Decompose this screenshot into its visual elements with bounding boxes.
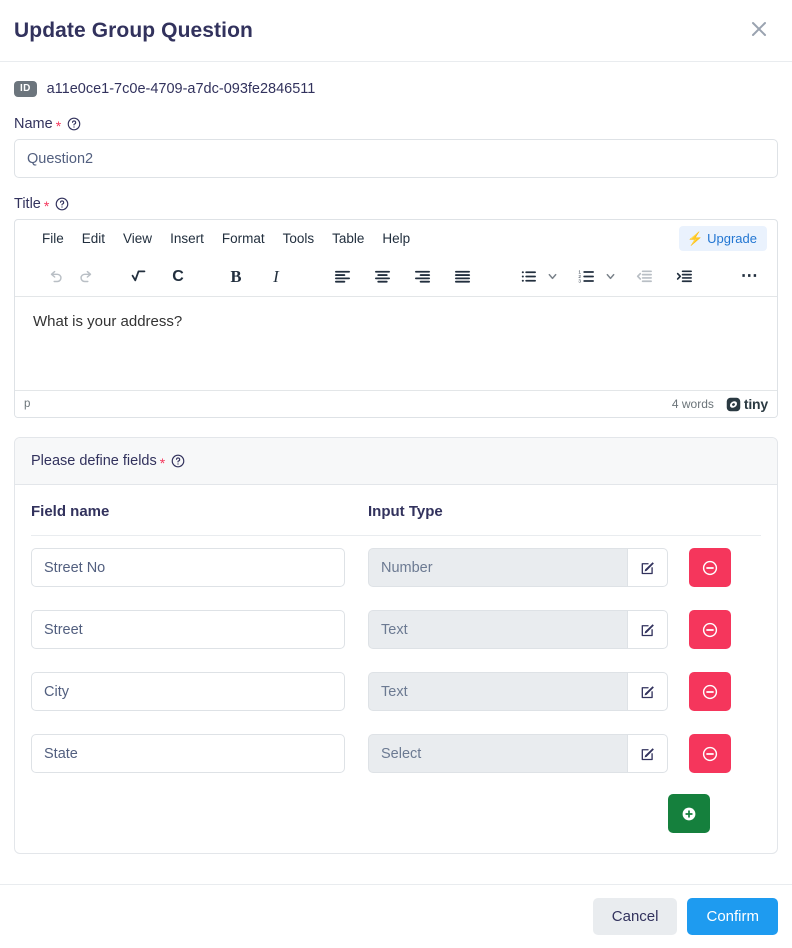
name-required-mark: *	[55, 118, 62, 134]
define-fields-card: Please define fields * Field name Input …	[14, 437, 778, 854]
outdent-icon[interactable]	[629, 263, 659, 291]
update-group-question-dialog: Update Group Question ID a11e0ce1-7c0e-4…	[0, 0, 792, 948]
fields-table-header: Field name Input Type	[31, 499, 761, 536]
upgrade-button[interactable]: ⚡ Upgrade	[678, 226, 767, 251]
column-header-field-name: Field name	[31, 503, 110, 520]
name-label-text: Name	[14, 116, 53, 132]
numbered-list-icon[interactable]: 1 2 3	[571, 263, 601, 291]
field-name-input[interactable]	[31, 734, 345, 773]
menu-file[interactable]: File	[33, 227, 73, 250]
table-row: Select	[31, 722, 761, 784]
menu-view[interactable]: View	[114, 227, 161, 250]
input-type-value: Text	[368, 610, 627, 649]
editor-statusbar: p 4 words tiny	[15, 390, 777, 417]
input-type-group: Text	[368, 610, 668, 649]
help-circle-icon[interactable]	[67, 117, 81, 131]
name-label: Name *	[14, 116, 778, 134]
upgrade-label: Upgrade	[707, 231, 757, 246]
add-field-button[interactable]	[668, 794, 710, 833]
redo-icon[interactable]	[71, 263, 101, 291]
confirm-button[interactable]: Confirm	[687, 898, 778, 935]
minus-circle-icon	[702, 622, 718, 637]
editor-content-area[interactable]: What is your address?	[15, 297, 777, 390]
input-type-value: Number	[368, 548, 627, 587]
table-row: Text	[31, 660, 761, 722]
menu-insert[interactable]: Insert	[161, 227, 213, 250]
edit-icon[interactable]	[627, 734, 668, 773]
dialog-footer: Cancel Confirm	[0, 884, 792, 948]
remove-field-button[interactable]	[689, 610, 731, 649]
fields-required-mark: *	[159, 455, 166, 471]
math-icon[interactable]	[123, 263, 153, 291]
plus-circle-icon	[682, 807, 696, 820]
lightning-bolt-icon: ⚡	[686, 231, 704, 246]
edit-icon[interactable]	[627, 672, 668, 711]
id-badge: ID	[14, 81, 37, 97]
field-name-input[interactable]	[31, 548, 345, 587]
record-id-value: a11e0ce1-7c0e-4709-a7dc-093fe2846511	[46, 81, 316, 97]
table-row: Text	[31, 598, 761, 660]
svg-text:3: 3	[578, 279, 581, 285]
remove-field-button[interactable]	[689, 734, 731, 773]
minus-circle-icon	[702, 746, 718, 761]
edit-icon[interactable]	[627, 548, 668, 587]
remove-field-button[interactable]	[689, 672, 731, 711]
chevron-down-icon[interactable]	[601, 263, 619, 291]
edit-icon[interactable]	[627, 610, 668, 649]
rich-text-editor: File Edit View Insert Format Tools Table…	[14, 219, 778, 418]
input-type-value: Text	[368, 672, 627, 711]
title-required-mark: *	[43, 198, 50, 214]
define-fields-body: Field name Input Type Number	[15, 485, 777, 853]
undo-icon[interactable]	[41, 263, 71, 291]
tiny-mark-icon	[726, 397, 741, 411]
cancel-button[interactable]: Cancel	[592, 898, 678, 935]
minus-circle-icon	[702, 560, 718, 575]
align-justify-icon[interactable]	[447, 263, 477, 291]
menu-edit[interactable]: Edit	[73, 227, 114, 250]
column-header-input-type: Input Type	[368, 503, 443, 520]
editor-toolbar: C B I 1 2 3 ⋯	[15, 257, 777, 297]
menu-table[interactable]: Table	[323, 227, 373, 250]
add-field-row	[31, 784, 761, 837]
chevron-down-icon[interactable]	[543, 263, 561, 291]
title-label-text: Title	[14, 196, 41, 212]
align-center-icon[interactable]	[367, 263, 397, 291]
record-id-row: ID a11e0ce1-7c0e-4709-a7dc-093fe2846511	[14, 78, 778, 100]
align-right-icon[interactable]	[407, 263, 437, 291]
menu-help[interactable]: Help	[373, 227, 419, 250]
chemistry-icon[interactable]: C	[163, 263, 193, 291]
align-left-icon[interactable]	[327, 263, 357, 291]
editor-menubar: File Edit View Insert Format Tools Table…	[15, 220, 777, 257]
indent-icon[interactable]	[669, 263, 699, 291]
bullet-list-icon[interactable]	[513, 263, 543, 291]
tinymce-logo[interactable]: tiny	[726, 396, 768, 412]
name-input[interactable]	[14, 139, 778, 178]
word-count: 4 words	[671, 397, 714, 411]
bold-icon[interactable]: B	[221, 263, 251, 291]
input-type-group: Text	[368, 672, 668, 711]
close-icon[interactable]	[742, 12, 776, 46]
page-title: Update Group Question	[14, 18, 253, 42]
tiny-brand-label: tiny	[743, 396, 768, 412]
title-label: Title *	[14, 196, 778, 214]
menu-format[interactable]: Format	[213, 227, 274, 250]
help-circle-icon[interactable]	[55, 197, 69, 211]
italic-icon[interactable]: I	[261, 263, 291, 291]
help-circle-icon[interactable]	[171, 454, 185, 468]
remove-field-button[interactable]	[689, 548, 731, 587]
dialog-body: ID a11e0ce1-7c0e-4709-a7dc-093fe2846511 …	[0, 62, 792, 884]
define-fields-label: Please define fields	[31, 453, 157, 469]
more-icon[interactable]: ⋯	[735, 263, 765, 291]
input-type-value: Select	[368, 734, 627, 773]
table-row: Number	[31, 536, 761, 598]
field-name-input[interactable]	[31, 610, 345, 649]
define-fields-header: Please define fields *	[15, 438, 777, 485]
input-type-group: Select	[368, 734, 668, 773]
input-type-group: Number	[368, 548, 668, 587]
field-name-input[interactable]	[31, 672, 345, 711]
dialog-header: Update Group Question	[0, 0, 792, 62]
element-path[interactable]: p	[24, 398, 672, 410]
menu-tools[interactable]: Tools	[274, 227, 324, 250]
minus-circle-icon	[702, 684, 718, 699]
